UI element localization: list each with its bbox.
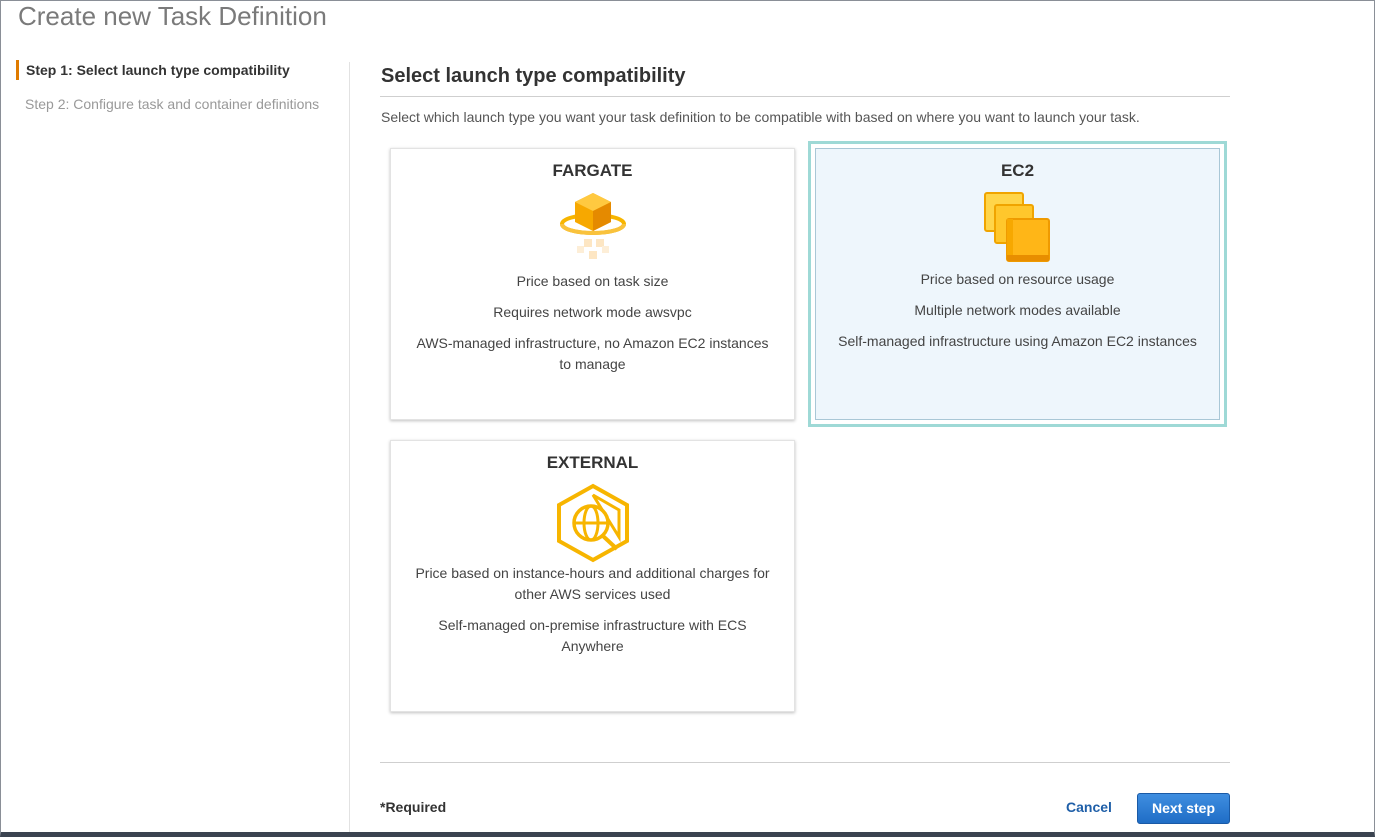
required-note: *Required [380, 799, 447, 815]
step-1-select-launch-type[interactable]: Step 1: Select launch type compatibility [16, 60, 350, 80]
section-divider [380, 96, 1230, 97]
footer-divider [380, 762, 1230, 763]
card-line: Multiple network modes available [914, 302, 1121, 318]
card-line: AWS-managed infrastructure, no Amazon EC… [416, 335, 769, 372]
ecs-anywhere-icon [556, 483, 629, 563]
card-title: EXTERNAL [546, 453, 639, 472]
fargate-card[interactable]: FARGATE Price based on task size Require… [390, 148, 795, 420]
card-title: FARGATE [552, 161, 633, 180]
external-card[interactable]: EXTERNAL Price based on instance-hours a… [390, 440, 795, 712]
section-title: Select launch type compatibility [381, 65, 686, 87]
ec2-instances-icon [983, 192, 1050, 262]
sidebar-divider [349, 62, 350, 832]
step-2-configure-task: Step 2: Configure task and container def… [25, 96, 320, 112]
card-line: Requires network mode awsvpc [493, 304, 692, 320]
intro-text: Select which launch type you want your t… [381, 109, 1140, 125]
cancel-button[interactable]: Cancel [1066, 799, 1112, 815]
card-title: EC2 [1000, 161, 1035, 180]
card-line: Price based on resource usage [920, 271, 1115, 287]
card-line: Self-managed infrastructure using Amazon… [838, 333, 1197, 349]
next-step-button[interactable]: Next step [1137, 793, 1230, 824]
page-title: Create new Task Definition [18, 1, 327, 31]
wizard-steps: Step 1: Select launch type compatibility… [16, 60, 350, 128]
card-line: Price based on task size [516, 273, 669, 289]
card-line: Self-managed on-premise infrastructure w… [438, 617, 747, 654]
fargate-icon [559, 193, 626, 259]
ec2-card[interactable]: EC2 Price based on resource usage Multip… [808, 141, 1227, 427]
card-line: Price based on instance-hours and additi… [415, 565, 770, 602]
